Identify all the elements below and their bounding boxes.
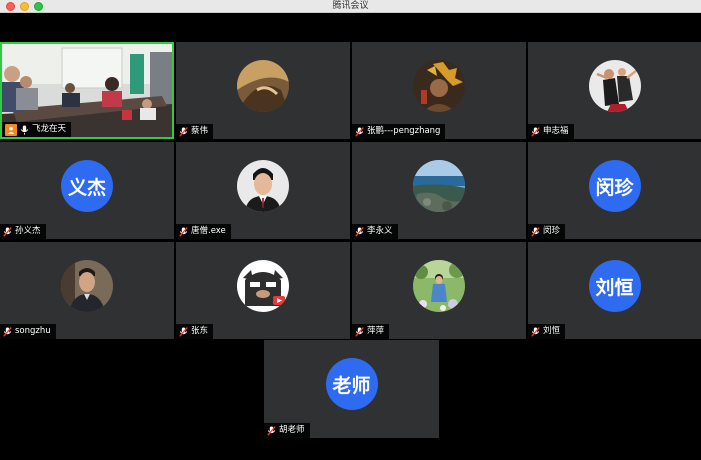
- initials-avatar: 刘恒: [588, 260, 641, 312]
- participant-avatar: [413, 60, 465, 112]
- participant-name-tag: 刘恒: [528, 324, 566, 339]
- participant-name: 张鹏---pengzhang: [367, 126, 441, 136]
- participant-tile-4[interactable]: 义杰 孙义杰: [0, 142, 174, 239]
- mic-muted-icon: [179, 326, 188, 337]
- mic-muted-icon: [531, 326, 540, 337]
- participant-avatar: [237, 260, 289, 312]
- participant-tile-5[interactable]: 唐僧.exe: [176, 142, 350, 239]
- participant-name: 蔡伟: [191, 126, 209, 136]
- participant-name-tag: 李永义: [352, 224, 398, 239]
- initials-avatar: 老师: [325, 358, 378, 410]
- microphone-icon: [20, 125, 29, 135]
- participant-name-tag: 张鹏---pengzhang: [352, 124, 446, 139]
- participant-name-tag: 萍萍: [352, 324, 390, 339]
- mic-muted-icon: [267, 425, 276, 436]
- mic-muted-icon: [179, 226, 188, 237]
- participant-name-tag: 申志福: [528, 124, 574, 139]
- participant-avatar: [237, 60, 289, 112]
- participant-tile-3[interactable]: 申志福: [528, 42, 701, 139]
- participant-name-tag: 唐僧.exe: [176, 224, 231, 239]
- mic-muted-icon: [531, 226, 540, 237]
- participant-tile-9[interactable]: 张东: [176, 242, 350, 339]
- participant-name-tag: 孙义杰: [0, 224, 46, 239]
- mic-muted-icon: [355, 326, 364, 337]
- window-titlebar: 腾讯会议: [0, 0, 701, 13]
- participant-name-tag: 闵珍: [528, 224, 566, 239]
- participant-name: 萍萍: [367, 326, 385, 336]
- participant-tile-6[interactable]: 李永义: [352, 142, 526, 239]
- participant-name: 闵珍: [543, 226, 561, 236]
- participant-name-tag: 蔡伟: [176, 124, 214, 139]
- participant-name: 孙义杰: [15, 226, 41, 236]
- initials-avatar: 义杰: [61, 160, 113, 212]
- participant-avatar: [413, 160, 465, 212]
- participant-avatar: [61, 260, 113, 312]
- initials-avatar: 闵珍: [588, 160, 641, 212]
- participant-tile-2[interactable]: 张鹏---pengzhang: [352, 42, 526, 139]
- participant-name-tag: 胡老师: [264, 423, 310, 438]
- participant-tile-11[interactable]: 刘恒 刘恒: [528, 242, 701, 339]
- participant-name-tag: 飞龙在天: [2, 122, 72, 137]
- participant-tile-10[interactable]: 萍萍: [352, 242, 526, 339]
- participant-name: 李永义: [367, 226, 393, 236]
- mic-muted-icon: [3, 226, 12, 237]
- mic-muted-icon: [3, 326, 12, 337]
- participant-name-tag: 张东: [176, 324, 214, 339]
- participant-tile-7[interactable]: 闵珍 闵珍: [528, 142, 701, 239]
- participant-avatar: [588, 60, 641, 112]
- participant-avatar: [237, 160, 289, 212]
- participant-name: 飞龙在天: [32, 124, 67, 134]
- participant-tile-1[interactable]: 蔡伟: [176, 42, 350, 139]
- participant-name: 唐僧.exe: [191, 226, 226, 236]
- participant-tile-0[interactable]: 飞龙在天: [0, 42, 174, 139]
- mic-muted-icon: [355, 226, 364, 237]
- mic-muted-icon: [531, 126, 540, 137]
- participant-tile-12[interactable]: 老师 胡老师: [264, 340, 439, 438]
- mic-muted-icon: [179, 126, 188, 137]
- participant-name: 刘恒: [543, 326, 561, 336]
- participant-name: songzhu: [15, 326, 51, 336]
- window-title: 腾讯会议: [332, 1, 369, 11]
- participant-avatar: [413, 260, 465, 312]
- mic-muted-icon: [355, 126, 364, 137]
- participant-name: 胡老师: [279, 425, 305, 435]
- participant-tile-8[interactable]: songzhu: [0, 242, 174, 339]
- participant-name: 申志福: [543, 126, 569, 136]
- participant-name: 张东: [191, 326, 209, 336]
- participant-name-tag: songzhu: [0, 324, 56, 339]
- host-icon: [5, 123, 17, 136]
